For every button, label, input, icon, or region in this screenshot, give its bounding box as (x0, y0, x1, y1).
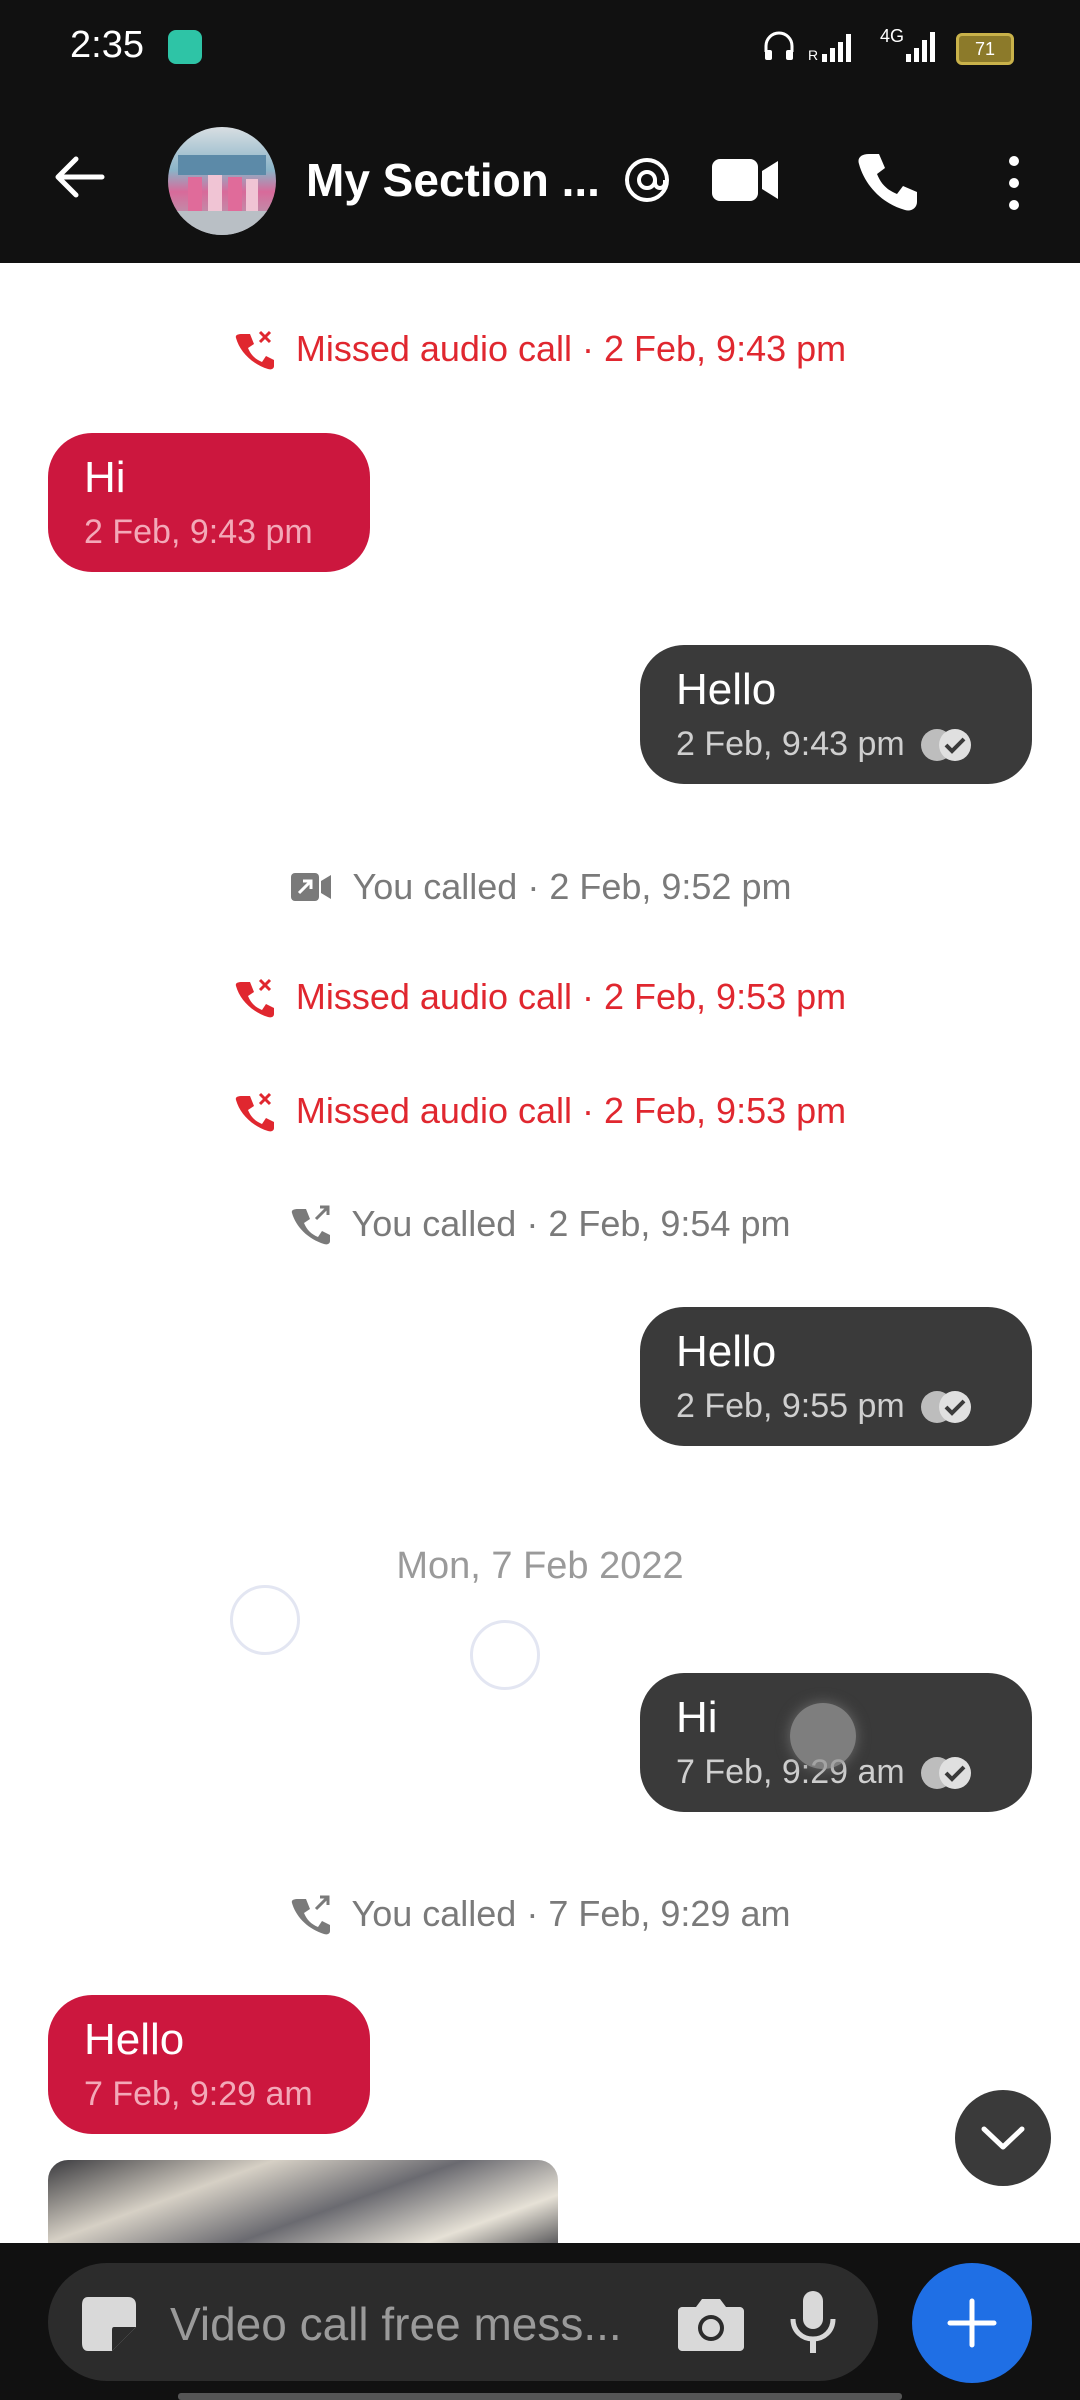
read-receipt-icon (920, 1390, 971, 1423)
message-time: 2 Feb, 9:55 pm (676, 1387, 996, 1426)
home-indicator (178, 2393, 902, 2400)
missed-call-icon (235, 1092, 274, 1132)
touch-ripple (470, 1620, 540, 1690)
add-attachment-button[interactable] (912, 2263, 1032, 2383)
app-notification-icon (168, 30, 202, 64)
plus-icon (947, 2298, 997, 2348)
microphone-icon (790, 2291, 836, 2353)
camera-button[interactable] (676, 2293, 746, 2358)
camera-icon (678, 2299, 744, 2351)
system-message: Missed audio call · 2 Feb, 9:53 pm (0, 1090, 1080, 1141)
outgoing-message[interactable]: Hello 2 Feb, 9:43 pm (640, 645, 1032, 784)
message-time: 2 Feb, 9:43 pm (676, 725, 996, 764)
mention-icon[interactable] (622, 155, 672, 210)
system-message-text: Missed audio call · 2 Feb, 9:43 pm (295, 328, 847, 369)
avatar[interactable] (168, 127, 276, 235)
image-message[interactable] (48, 2160, 558, 2250)
microphone-button[interactable] (788, 2289, 838, 2360)
outgoing-message[interactable]: Hello 2 Feb, 9:55 pm (640, 1307, 1032, 1446)
status-time: 2:35 (70, 24, 144, 66)
message-text: Hello (676, 665, 777, 714)
message-time: 7 Feb, 9:29 am (84, 2075, 313, 2113)
more-vertical-icon (1009, 156, 1019, 210)
headset-icon (762, 30, 796, 69)
arrow-left-icon (55, 156, 105, 198)
system-message-text: Missed audio call · 2 Feb, 9:53 pm (295, 976, 847, 1017)
phone-icon (858, 154, 917, 211)
chat-title[interactable]: My Section ... (306, 153, 600, 207)
missed-call-icon (235, 330, 274, 370)
system-message-text: You called · 2 Feb, 9:54 pm (351, 1203, 791, 1244)
system-message-text: You called · 7 Feb, 9:29 am (351, 1893, 791, 1934)
sticker-button[interactable] (78, 2293, 140, 2358)
touch-indicator (790, 1703, 856, 1769)
video-camera-icon (712, 159, 778, 201)
system-message: You called · 2 Feb, 9:54 pm (0, 1203, 1080, 1254)
back-button[interactable] (50, 147, 110, 212)
system-message: You called · 2 Feb, 9:52 pm (0, 866, 1080, 914)
incoming-message[interactable]: Hi 2 Feb, 9:43 pm (48, 433, 370, 572)
video-call-outgoing-icon (290, 873, 331, 901)
message-text: Hi (84, 453, 126, 502)
composer-pill (48, 2263, 878, 2381)
system-message-text: Missed audio call · 2 Feb, 9:53 pm (295, 1090, 847, 1131)
message-time: 2 Feb, 9:43 pm (84, 513, 313, 551)
system-message: Missed audio call · 2 Feb, 9:43 pm (0, 328, 1080, 379)
date-separator: Mon, 7 Feb 2022 (396, 1545, 684, 1587)
message-text: Hello (676, 1327, 777, 1376)
system-message-text: You called · 2 Feb, 9:52 pm (352, 866, 792, 907)
sticker-icon (82, 2297, 136, 2351)
read-receipt-icon (920, 1756, 971, 1789)
chevron-down-icon (981, 2126, 1025, 2150)
chat-header: My Section ... (0, 95, 1080, 263)
status-bar: 2:35 R 4G 71 (0, 0, 1080, 95)
message-input[interactable] (168, 2293, 702, 2355)
outgoing-call-icon (291, 1205, 330, 1245)
incoming-message[interactable]: Hello 7 Feb, 9:29 am (48, 1995, 370, 2134)
system-message: You called · 7 Feb, 9:29 am (0, 1893, 1080, 1944)
composer-bar (0, 2243, 1080, 2400)
outgoing-call-icon (291, 1895, 330, 1935)
battery-icon: 71 (956, 33, 1014, 65)
scroll-to-bottom-button[interactable] (955, 2090, 1051, 2186)
signal-icon-2 (880, 30, 940, 71)
system-message: Missed audio call · 2 Feb, 9:53 pm (0, 976, 1080, 1027)
missed-call-icon (235, 978, 274, 1018)
touch-ripple (230, 1585, 300, 1655)
audio-call-button[interactable] (855, 150, 919, 219)
message-text: Hello (84, 2015, 185, 2064)
video-call-button[interactable] (710, 153, 780, 212)
read-receipt-icon (920, 728, 971, 761)
message-list[interactable]: Missed audio call · 2 Feb, 9:43 pm Hi 2 … (0, 263, 1080, 2250)
more-options-button[interactable] (1004, 153, 1024, 218)
signal-icon: R (808, 30, 868, 69)
svg-text:R: R (808, 47, 818, 63)
